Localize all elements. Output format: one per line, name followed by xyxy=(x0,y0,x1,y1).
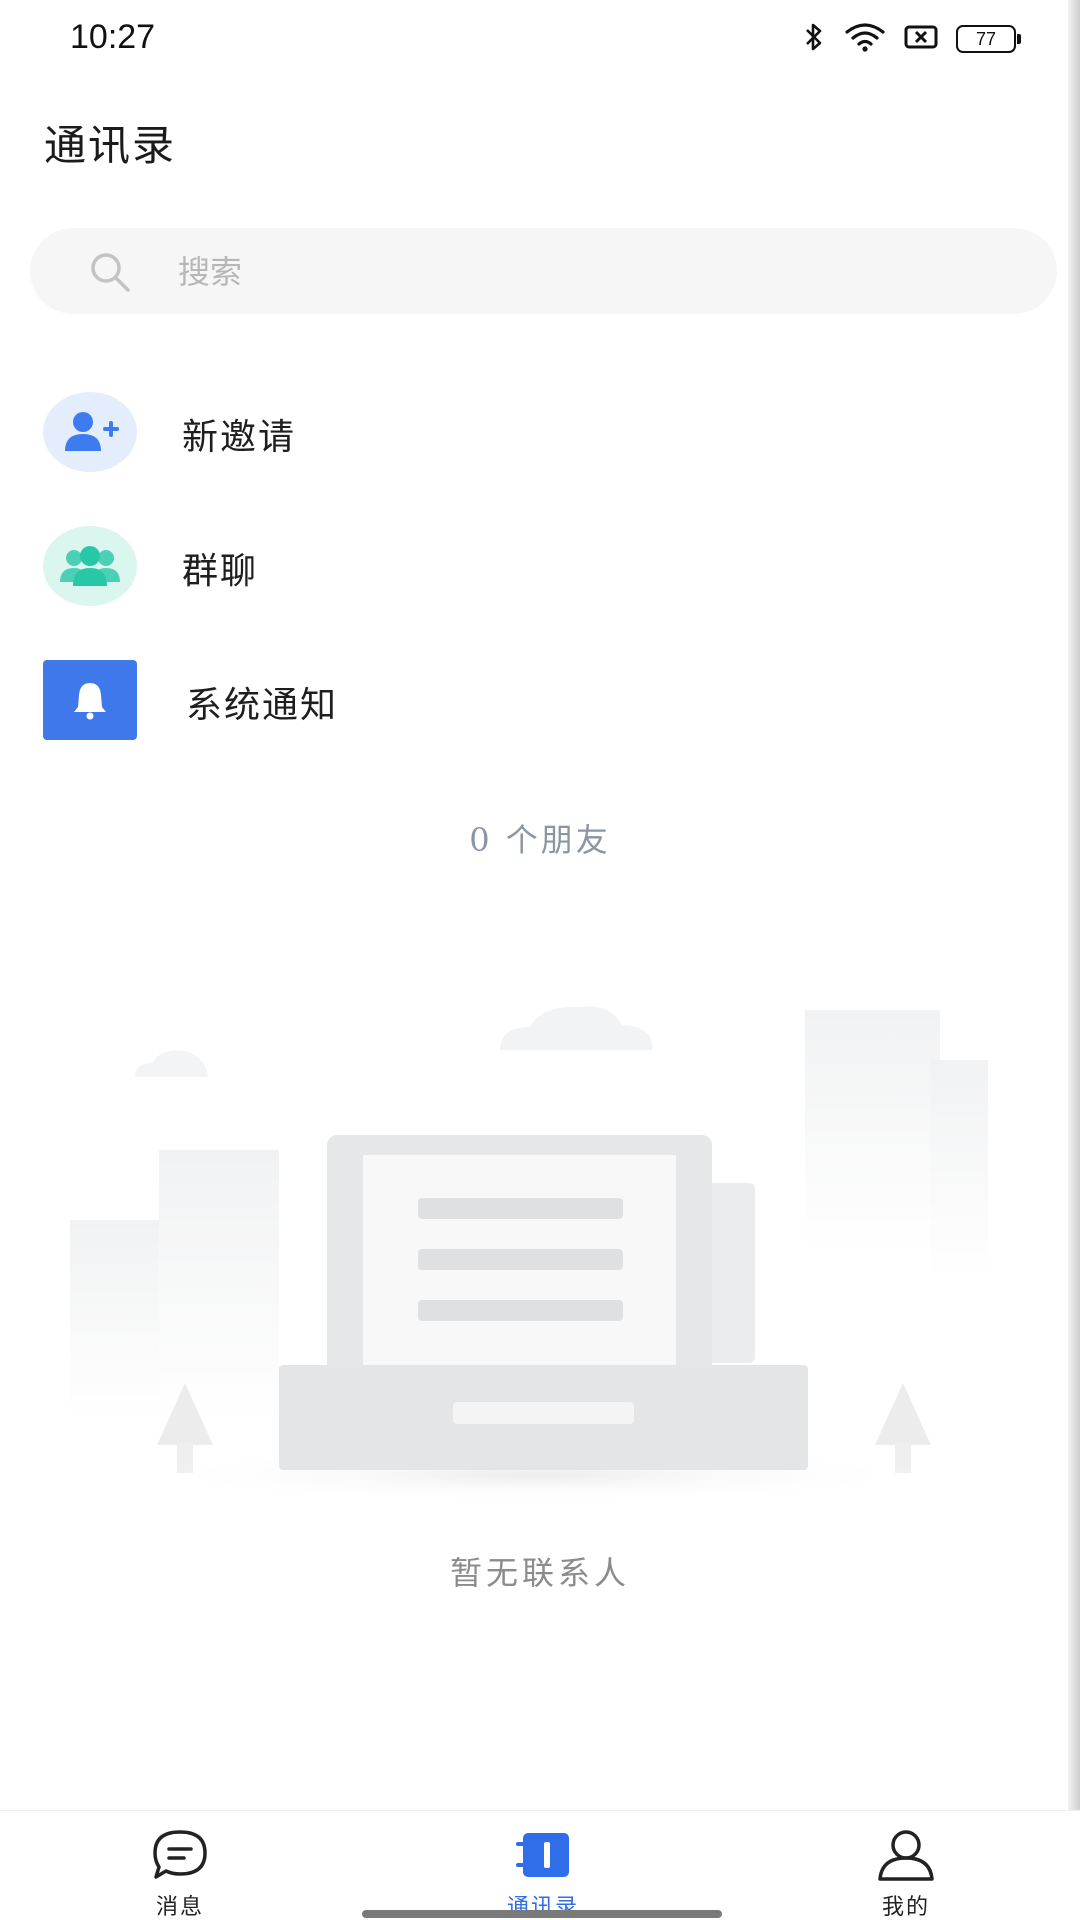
new-invitation-label: 新邀请 xyxy=(182,417,297,458)
group-chat-row[interactable]: 群聊 xyxy=(0,516,1060,616)
status-icons: 77 xyxy=(802,22,1021,56)
contacts-screen: 10:27 77 通讯录 搜索 新邀请 群聊 系统通知 0 个朋友 暂无联系人 … xyxy=(0,0,1080,1920)
group-chat-avatar xyxy=(43,526,137,606)
bottom-nav: 消息 通讯录 我的 xyxy=(0,1810,1080,1920)
nav-messages[interactable]: 消息 xyxy=(80,1811,280,1920)
page-title: 通讯录 xyxy=(44,121,177,170)
group-icon xyxy=(60,546,120,586)
search-bar[interactable] xyxy=(30,228,1057,314)
chat-bubble-icon xyxy=(153,1830,207,1879)
friends-count: 0 个朋友 xyxy=(469,821,611,859)
no-sim-icon xyxy=(904,24,938,54)
system-notification-label: 系统通知 xyxy=(186,685,339,726)
nav-me[interactable]: 我的 xyxy=(806,1811,1006,1920)
nav-contacts[interactable]: 通讯录 xyxy=(443,1811,643,1920)
group-chat-label: 群聊 xyxy=(182,551,259,592)
person-icon xyxy=(878,1830,934,1881)
bell-icon xyxy=(74,683,106,720)
battery-level: 77 xyxy=(975,28,997,49)
wifi-icon xyxy=(844,22,886,56)
status-time: 10:27 xyxy=(70,18,156,56)
contacts-book-icon xyxy=(516,1833,569,1877)
new-invitation-avatar xyxy=(43,392,137,472)
battery-icon: 77 xyxy=(956,25,1021,53)
system-notification-avatar xyxy=(43,660,137,740)
bluetooth-icon xyxy=(802,22,826,56)
nav-me-label: 我的 xyxy=(881,1895,930,1920)
new-invitation-row[interactable]: 新邀请 xyxy=(0,382,1060,482)
scroll-edge xyxy=(1068,0,1080,1820)
nav-messages-label: 消息 xyxy=(155,1895,204,1920)
empty-state-text: 暂无联系人 xyxy=(449,1554,630,1592)
empty-contacts-illustration xyxy=(70,1006,988,1503)
system-notification-row[interactable]: 系统通知 xyxy=(0,650,1060,750)
search-input[interactable] xyxy=(176,244,1000,300)
add-person-icon xyxy=(65,412,119,451)
home-indicator[interactable] xyxy=(362,1910,722,1918)
search-icon xyxy=(91,253,130,292)
status-bar: 10:27 77 xyxy=(0,0,1080,80)
